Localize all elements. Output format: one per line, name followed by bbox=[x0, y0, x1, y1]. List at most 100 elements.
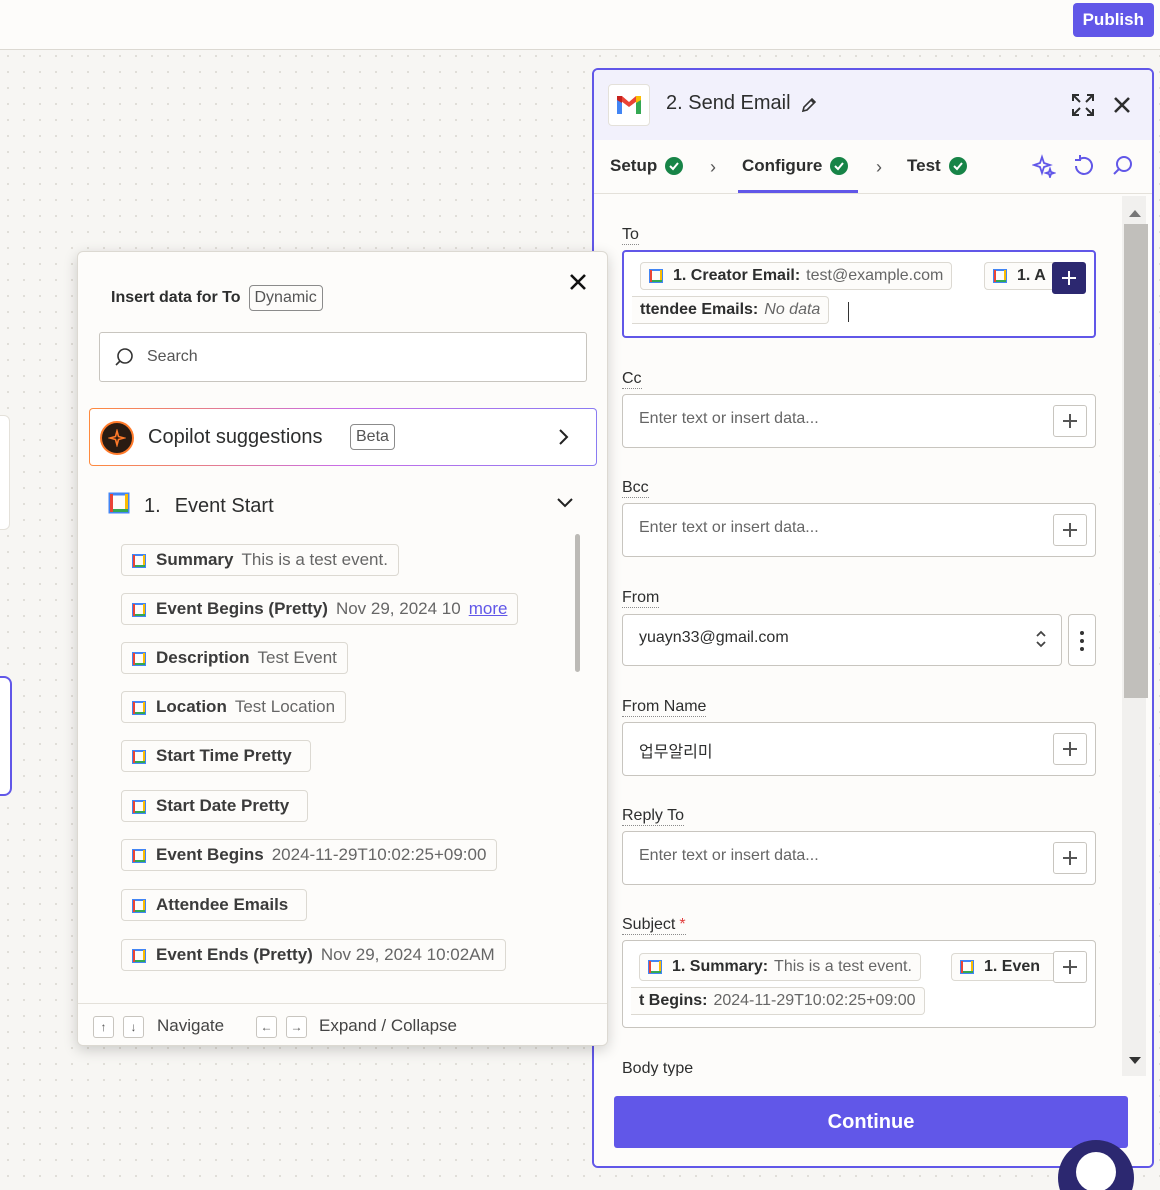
expand-icon[interactable] bbox=[1072, 94, 1094, 121]
scroll-up-arrow-icon[interactable] bbox=[1129, 204, 1141, 222]
close-icon[interactable] bbox=[568, 272, 588, 297]
chevron-down-icon[interactable] bbox=[556, 496, 574, 514]
cc-label: Cc bbox=[622, 370, 642, 389]
more-options-button[interactable] bbox=[1068, 614, 1096, 666]
event-start-section[interactable]: 1. Event Start bbox=[108, 492, 274, 520]
from-select[interactable]: yuayn33@gmail.com bbox=[622, 614, 1062, 666]
active-tab-indicator bbox=[738, 190, 858, 193]
reply-to-field[interactable]: Enter text or insert data... bbox=[622, 831, 1096, 885]
data-item-key: Summary bbox=[156, 550, 234, 569]
popover-footer: ↑ ↓ Navigate ← → Expand / Collapse bbox=[78, 1003, 607, 1045]
check-circle-icon bbox=[948, 157, 967, 175]
data-item[interactable]: Event Ends (Pretty) Nov 29, 2024 10:02AM bbox=[121, 939, 506, 971]
data-item-key: Start Date Pretty bbox=[156, 796, 290, 815]
arrow-left-key-icon: ← bbox=[256, 1016, 277, 1038]
data-pill-attendee-emails-cont[interactable]: ttendee Emails: No data bbox=[632, 296, 830, 324]
publish-button[interactable]: Publish bbox=[1072, 3, 1154, 37]
tab-configure[interactable]: Configure bbox=[742, 156, 849, 176]
list-scrollbar[interactable] bbox=[575, 534, 580, 672]
step-editor-panel: 2. Send Email Setup › Configure › Test T… bbox=[592, 68, 1154, 1168]
insert-data-button[interactable] bbox=[1053, 514, 1087, 546]
copilot-suggestions-button[interactable]: Copilot suggestions Beta bbox=[89, 408, 597, 466]
google-calendar-icon bbox=[132, 749, 146, 764]
insert-data-button[interactable] bbox=[1053, 951, 1087, 983]
tab-test[interactable]: Test bbox=[907, 156, 967, 176]
insert-data-button[interactable] bbox=[1053, 842, 1087, 874]
search-input[interactable]: Search bbox=[99, 332, 587, 382]
panel-title: 2. Send Email bbox=[666, 92, 791, 115]
expand-collapse-hint: Expand / Collapse bbox=[319, 1016, 457, 1035]
subject-label: Subject * bbox=[622, 916, 686, 935]
step-number: 2. bbox=[666, 92, 683, 114]
to-label: To bbox=[622, 226, 639, 245]
dynamic-badge: Dynamic bbox=[248, 285, 323, 311]
data-item-value: Test Location bbox=[234, 697, 336, 716]
data-item-key: Event Ends (Pretty) bbox=[156, 945, 313, 964]
data-item[interactable]: Summary This is a test event. bbox=[121, 544, 399, 576]
gmail-icon bbox=[608, 84, 650, 126]
google-calendar-icon bbox=[132, 799, 146, 814]
arrow-right-key-icon: → bbox=[286, 1016, 307, 1038]
data-item-value: Nov 29, 2024 10:02AM bbox=[320, 945, 495, 964]
data-item[interactable]: Attendee Emails bbox=[121, 889, 308, 921]
data-pill-event-begins[interactable]: 1. Even bbox=[951, 953, 1055, 981]
scroll-down-arrow-icon[interactable] bbox=[1129, 1052, 1141, 1070]
close-icon[interactable] bbox=[1112, 95, 1132, 120]
copilot-icon bbox=[100, 421, 134, 455]
data-item-key: Event Begins (Pretty) bbox=[156, 599, 328, 618]
popover-title: Insert data for To Dynamic bbox=[111, 285, 323, 311]
google-calendar-icon bbox=[649, 269, 663, 283]
canvas-step-card-selected[interactable] bbox=[0, 676, 12, 796]
canvas-step-card[interactable] bbox=[0, 415, 10, 530]
data-pill-attendee-emails[interactable]: 1. A bbox=[984, 262, 1060, 290]
search-icon bbox=[114, 347, 134, 372]
subject-field[interactable]: 1. Summary: This is a test event. 1. Eve… bbox=[622, 940, 1096, 1028]
insert-data-button[interactable] bbox=[1053, 405, 1087, 437]
insert-data-popover: Insert data for To Dynamic Search Copilo… bbox=[77, 251, 608, 1046]
undo-icon[interactable] bbox=[1072, 154, 1094, 183]
data-item-value: 2024-11-29T10:02:25+09:00 bbox=[271, 845, 487, 864]
google-calendar-icon bbox=[132, 700, 146, 715]
google-calendar-icon bbox=[132, 553, 146, 568]
data-item[interactable]: Start Date Pretty bbox=[121, 790, 309, 822]
search-icon[interactable] bbox=[1112, 154, 1134, 181]
data-pill-creator-email[interactable]: 1. Creator Email: test@example.com bbox=[640, 262, 953, 290]
data-item[interactable]: Location Test Location bbox=[121, 691, 347, 723]
google-calendar-icon bbox=[960, 960, 974, 974]
data-item[interactable]: Event Begins 2024-11-29T10:02:25+09:00 bbox=[121, 839, 498, 871]
data-item[interactable]: Description Test Event bbox=[121, 642, 348, 674]
cc-field[interactable]: Enter text or insert data... bbox=[622, 394, 1096, 448]
google-calendar-icon bbox=[648, 960, 662, 974]
data-item-key: Start Time Pretty bbox=[156, 746, 292, 765]
more-link[interactable]: more bbox=[469, 599, 508, 619]
google-calendar-icon bbox=[132, 948, 146, 963]
panel-header: 2. Send Email bbox=[594, 70, 1152, 140]
bcc-label: Bcc bbox=[622, 479, 649, 498]
updown-chevron-icon bbox=[1035, 629, 1047, 654]
insert-data-button[interactable] bbox=[1053, 733, 1087, 765]
configure-form: To 1. Creator Email: test@example.com 1.… bbox=[594, 196, 1122, 1076]
data-pill-event-begins-cont[interactable]: t Begins: 2024-11-29T10:02:25+09:00 bbox=[631, 987, 925, 1015]
data-item-value: This is a test event. bbox=[241, 550, 388, 569]
bcc-field[interactable]: Enter text or insert data... bbox=[622, 503, 1096, 557]
data-item[interactable]: Event Begins (Pretty) Nov 29, 2024 10 more bbox=[121, 593, 519, 625]
from-name-field[interactable]: 업무알리미 bbox=[622, 722, 1096, 776]
data-item-key: Description bbox=[156, 648, 250, 667]
data-pill-summary[interactable]: 1. Summary: This is a test event. bbox=[639, 953, 921, 981]
arrow-down-key-icon: ↓ bbox=[123, 1016, 144, 1038]
data-item[interactable]: Start Time Pretty bbox=[121, 740, 311, 772]
pencil-icon[interactable] bbox=[800, 96, 818, 119]
google-calendar-icon bbox=[132, 848, 146, 863]
body-type-label: Body type bbox=[622, 1060, 693, 1076]
insert-data-button[interactable] bbox=[1052, 262, 1086, 294]
tab-setup[interactable]: Setup bbox=[610, 156, 684, 176]
continue-button[interactable]: Continue bbox=[614, 1096, 1128, 1148]
check-circle-icon bbox=[665, 157, 684, 175]
reply-to-label: Reply To bbox=[622, 807, 684, 826]
to-field[interactable]: 1. Creator Email: test@example.com 1. A … bbox=[622, 250, 1096, 338]
check-circle-icon bbox=[830, 157, 849, 175]
scrollbar-thumb[interactable] bbox=[1124, 224, 1148, 698]
top-bar: Publish bbox=[0, 0, 1160, 50]
chevron-right-icon bbox=[558, 428, 570, 451]
sparkle-icon[interactable] bbox=[1031, 154, 1057, 183]
